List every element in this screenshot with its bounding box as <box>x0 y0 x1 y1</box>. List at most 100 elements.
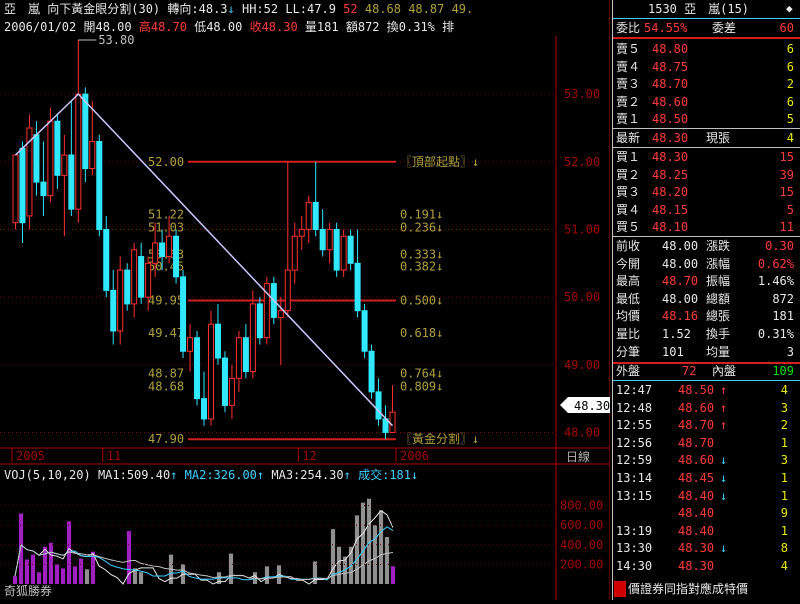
x-tick-label: 2006 <box>400 449 429 463</box>
ask-price[interactable]: 48.50 <box>652 110 688 128</box>
stock-name[interactable]: 亞 嵐 <box>4 2 40 16</box>
stat-value: 48.00 <box>662 291 699 306</box>
stat-label: 振幅 <box>706 274 731 289</box>
ask-row: 賣３ 48.70 2 <box>612 75 798 93</box>
ask-label: 賣３ <box>616 77 641 92</box>
candle-down <box>375 391 382 420</box>
candle-down <box>96 141 103 230</box>
volume-bar <box>12 576 18 584</box>
bid-label: 買４ <box>616 202 641 217</box>
tick-time: 12:59 <box>616 453 653 468</box>
stat-row: 最高 48.70 振幅 1.46% <box>612 272 798 290</box>
tick-price: 48.60 <box>678 400 715 415</box>
candle-up <box>117 269 124 332</box>
tick-price: 48.45 <box>678 471 715 485</box>
candle-down <box>54 120 61 176</box>
bid-row: 買３ 48.20 15 <box>612 183 798 201</box>
stat-label: 量比 <box>616 327 641 341</box>
ask-price[interactable]: 48.75 <box>652 58 688 76</box>
candle-down <box>242 337 249 373</box>
ask-price[interactable]: 48.60 <box>652 93 688 111</box>
level-ratio-label: 0.618↓ <box>400 326 443 340</box>
quote-code-name[interactable]: 1530 亞 嵐(15) <box>648 0 749 18</box>
stat-row: 今開 48.00 漲幅 0.62% <box>612 255 798 273</box>
bid-price[interactable]: 48.15 <box>652 201 688 219</box>
tick-row: 12:47 48.50 ↑ 4 <box>612 381 798 399</box>
bid-price[interactable]: 48.10 <box>652 218 688 236</box>
ask-price[interactable]: 48.70 <box>652 75 688 93</box>
stat-value: 48.16 <box>662 309 699 324</box>
volume-bar <box>360 502 366 584</box>
tick-time: 13:15 <box>616 488 653 503</box>
level-price-label: 49.47 <box>148 326 184 340</box>
down-arrow-icon: ↓ <box>720 541 728 556</box>
stat-label: 分筆 <box>616 344 641 359</box>
footer-text[interactable]: 價證券同指對應成特價 <box>628 580 748 598</box>
bid-price[interactable]: 48.30 <box>652 148 688 166</box>
volume-indicator-name[interactable]: VOJ(5,10,20) <box>4 468 91 482</box>
stat-row: 前收 48.00 漲跌 0.30 <box>612 237 798 255</box>
last-label: 最新 <box>616 131 641 145</box>
header-val-4: 49. <box>451 2 474 16</box>
candle-down <box>159 242 166 258</box>
volume-bar <box>18 513 24 584</box>
bid-price[interactable]: 48.20 <box>652 183 688 201</box>
level-ratio-label: 0.382↓ <box>400 260 443 274</box>
down-arrow-icon: ↓ <box>720 471 728 485</box>
bid-label: 買２ <box>616 167 641 182</box>
tick-row: 12:48 48.60 ↑ 3 <box>612 399 798 417</box>
candle-down <box>173 235 180 278</box>
tick-qty: 1 <box>780 523 788 538</box>
ll-value: LL:47.9 <box>285 2 336 16</box>
stat-row: 分筆 101 均量 3 <box>612 343 798 361</box>
open-value: 開48.00 <box>83 20 132 34</box>
tick-row: 48.40 9 <box>612 504 798 522</box>
ask-label: 賣１ <box>616 112 641 127</box>
tick-qty: 3 <box>780 453 788 468</box>
price-chart[interactable]: 52.00 〖頂部起點〗↓51.22 0.191↓51.03 0.236↓50.63 0… <box>0 0 611 600</box>
candle-up <box>207 323 214 420</box>
tick-qty: 4 <box>780 383 788 397</box>
period-label[interactable]: 日線 <box>566 449 590 464</box>
bid-qty: 5 <box>786 202 794 217</box>
last-price-row: 最新 48.30 現張 4 <box>612 129 798 147</box>
volume-bar <box>372 525 378 584</box>
candle-down <box>312 201 319 230</box>
footer-flag-icon <box>614 581 626 597</box>
stat-label: 總張 <box>706 309 731 324</box>
ask-price[interactable]: 48.80 <box>652 40 688 58</box>
candle-down <box>256 303 263 339</box>
panel-toggle-icon[interactable]: ◆ <box>786 0 793 18</box>
stat-label: 漲幅 <box>706 256 731 271</box>
volume-bar <box>228 553 234 584</box>
bid-price[interactable]: 48.25 <box>652 166 688 184</box>
up-arrow-icon: ↑ <box>720 400 728 415</box>
volume-bar <box>42 546 48 584</box>
volume-bar <box>84 569 90 584</box>
bid-row: 買１ 48.30 15 <box>612 148 798 166</box>
tick-time: 13:19 <box>616 523 653 538</box>
volume-bar <box>384 536 390 584</box>
stat-value: 1.46% <box>757 274 794 289</box>
ask-row: 賣５ 48.80 6 <box>612 40 798 58</box>
candle-down <box>368 350 375 393</box>
candle-up <box>305 201 312 230</box>
volume-bar <box>36 572 42 584</box>
volume-bar <box>336 546 342 584</box>
candle-down <box>40 181 47 197</box>
stat-label: 均量 <box>706 344 731 359</box>
candle-up <box>235 337 242 379</box>
high-value: 高48.70 <box>138 20 187 34</box>
tick-qty: 9 <box>780 506 788 521</box>
candle-up <box>152 242 159 264</box>
chart-area[interactable]: 52.00 〖頂部起點〗↓ 51.22 0.191↓ 51.03 0.236↓ 50.63 0… <box>0 0 611 600</box>
level-price-label: 47.90 <box>148 432 184 446</box>
tick-time: 12:56 <box>616 435 653 450</box>
tick-price: 48.40 <box>678 523 715 538</box>
bid-qty: 15 <box>779 150 794 164</box>
indicator-name[interactable]: 向下黃金眼分割(30) <box>47 2 160 16</box>
ask-row: 賣４ 48.75 6 <box>612 58 798 76</box>
candle-down <box>180 276 187 352</box>
candle-down <box>82 93 89 170</box>
tick-row: 12:59 48.60 ↓ 3 <box>612 451 798 469</box>
